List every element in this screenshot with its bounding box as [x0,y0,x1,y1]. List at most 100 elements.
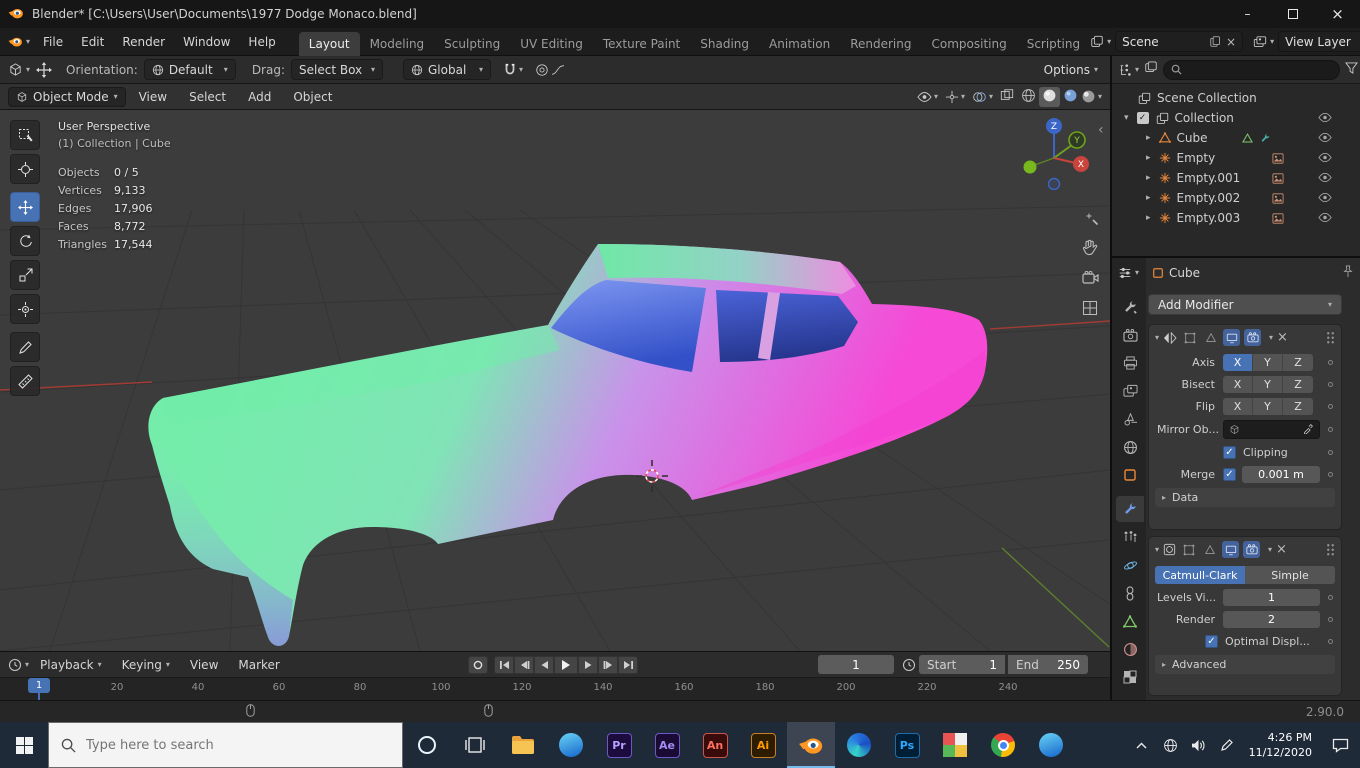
tab-rendering[interactable]: Rendering [840,32,921,56]
timeline-ruler[interactable]: 20 40 60 80 100 120 140 160 180 200 220 … [0,678,1110,700]
toggle-on-cage[interactable] [1180,541,1197,558]
hide-object-eye-icon[interactable] [1318,131,1332,145]
jump-to-end-button[interactable] [618,656,638,674]
flip-z-button[interactable]: Z [1283,398,1313,415]
timeline-editor-type-button[interactable]: ▾ [8,658,29,672]
outliner-row-cube[interactable]: ▸ Cube [1112,128,1360,148]
shading-wireframe-button[interactable] [1021,88,1036,106]
menu-add[interactable]: Add [239,90,280,104]
outliner-search-input[interactable] [1187,63,1332,76]
jump-to-start-button[interactable] [494,656,514,674]
outliner-row-empty-003[interactable]: ▸ Empty.003 [1112,208,1360,228]
tray-volume-button[interactable] [1185,722,1213,768]
catmull-clark-button[interactable]: Catmull-Clark [1155,566,1245,584]
animate-dot[interactable] [1328,595,1333,600]
app-media-grid[interactable] [931,722,979,768]
hide-object-eye-icon[interactable] [1318,191,1332,205]
expand-icon[interactable]: ▸ [1146,134,1151,143]
menu-help[interactable]: Help [239,35,284,49]
toggle-edit-mode[interactable] [1202,329,1219,346]
tool-cursor[interactable] [10,154,40,184]
simple-button[interactable]: Simple [1245,566,1335,584]
menu-file[interactable]: File [34,35,72,49]
hide-object-eye-icon[interactable] [1318,171,1332,185]
app-blue-sphere-2[interactable] [1027,722,1075,768]
menu-marker[interactable]: Marker [229,658,288,672]
app-animate[interactable]: An [691,722,739,768]
tab-scripting[interactable]: Scripting [1017,32,1090,56]
clipping-checkbox[interactable]: ✓ [1223,446,1236,459]
outliner-filter-button[interactable] [1345,62,1358,77]
app-file-explorer[interactable] [499,722,547,768]
expand-icon[interactable]: ▾ [1155,334,1159,342]
transform-orientation-dropdown[interactable]: Global ▾ [403,59,491,80]
menu-object[interactable]: Object [284,90,341,104]
toggle-realtime[interactable] [1223,329,1240,346]
tool-move[interactable] [10,192,40,222]
menu-keying[interactable]: Keying▾ [113,658,179,672]
animate-dot[interactable] [1328,472,1333,477]
tab-shading[interactable]: Shading [690,32,759,56]
play-reverse-button[interactable] [534,656,554,674]
merge-checkbox[interactable]: ✓ [1223,468,1236,481]
range-clock-icon[interactable] [902,658,916,672]
outliner-row-empty[interactable]: ▸ Empty [1112,148,1360,168]
collection-checkbox[interactable]: ✓ [1137,112,1149,124]
app-edge[interactable] [835,722,883,768]
drag-dropdown[interactable]: Select Box ▾ [291,59,383,80]
tray-network-button[interactable] [1157,722,1185,768]
toggle-edit-mode[interactable] [1201,541,1218,558]
tab-uv-editing[interactable]: UV Editing [510,32,593,56]
modifier-extras-icon[interactable]: ▾ [1268,546,1272,554]
menu-edit[interactable]: Edit [72,35,113,49]
tool-scale[interactable] [10,260,40,290]
levels-viewport-field[interactable]: 1 [1223,589,1320,606]
toggle-render[interactable] [1244,329,1261,346]
menu-select[interactable]: Select [180,90,235,104]
outliner-editor-type-button[interactable]: ▾ [1118,63,1139,77]
orientation-dropdown[interactable]: Default ▾ [144,59,236,80]
tab-view-layer[interactable] [1116,378,1144,404]
expand-icon[interactable]: ▾ [1155,546,1159,554]
mirror-modifier-header[interactable]: ▾ ▾ × [1149,325,1341,350]
tool-rotate[interactable] [10,226,40,256]
app-photoshop[interactable]: Ps [883,722,931,768]
timeline-playhead[interactable]: 1 [28,678,50,693]
subdivision-modifier-header[interactable]: ▾ ▾ × [1149,537,1341,562]
animate-dot[interactable] [1328,404,1333,409]
axis-z-button[interactable]: Z [1283,354,1313,371]
taskbar-search-field[interactable] [48,722,403,768]
minimize-button[interactable]: – [1225,0,1270,28]
app-blue-sphere-1[interactable] [547,722,595,768]
bisect-x-button[interactable]: X [1223,376,1253,393]
animate-dot[interactable] [1328,360,1333,365]
tab-physics[interactable] [1116,552,1144,578]
snap-toggle[interactable]: ▾ [503,63,523,77]
animate-dot[interactable] [1328,382,1333,387]
search-input[interactable] [86,738,390,753]
xray-toggle[interactable] [1000,88,1014,105]
camera-view-button[interactable] [1078,266,1102,290]
levels-render-field[interactable]: 2 [1223,611,1320,628]
menu-timeline-view[interactable]: View [181,658,227,672]
animate-dot[interactable] [1328,639,1333,644]
animate-dot[interactable] [1328,617,1333,622]
play-button[interactable] [554,656,578,674]
view-layer-selector[interactable]: View Layer × [1278,31,1360,52]
frame-end-field[interactable]: End250 [1008,655,1088,674]
app-blender[interactable] [787,722,835,768]
app-illustrator[interactable]: Ai [739,722,787,768]
toggle-realtime[interactable] [1222,541,1239,558]
frame-start-field[interactable]: Start1 [919,655,1005,674]
expand-icon[interactable]: ▸ [1146,154,1151,163]
bisect-z-button[interactable]: Z [1283,376,1313,393]
shading-material-button[interactable] [1063,88,1078,106]
properties-editor-type-button[interactable]: ▾ [1118,266,1139,280]
current-frame-field[interactable]: 1 [818,655,894,674]
tool-transform[interactable] [10,294,40,324]
tab-layout[interactable]: Layout [299,32,360,56]
tab-world[interactable] [1116,434,1144,460]
tab-particles[interactable] [1116,524,1144,550]
tab-sculpting[interactable]: Sculpting [434,32,510,56]
mode-dropdown[interactable]: Object Mode ▾ [8,87,126,107]
